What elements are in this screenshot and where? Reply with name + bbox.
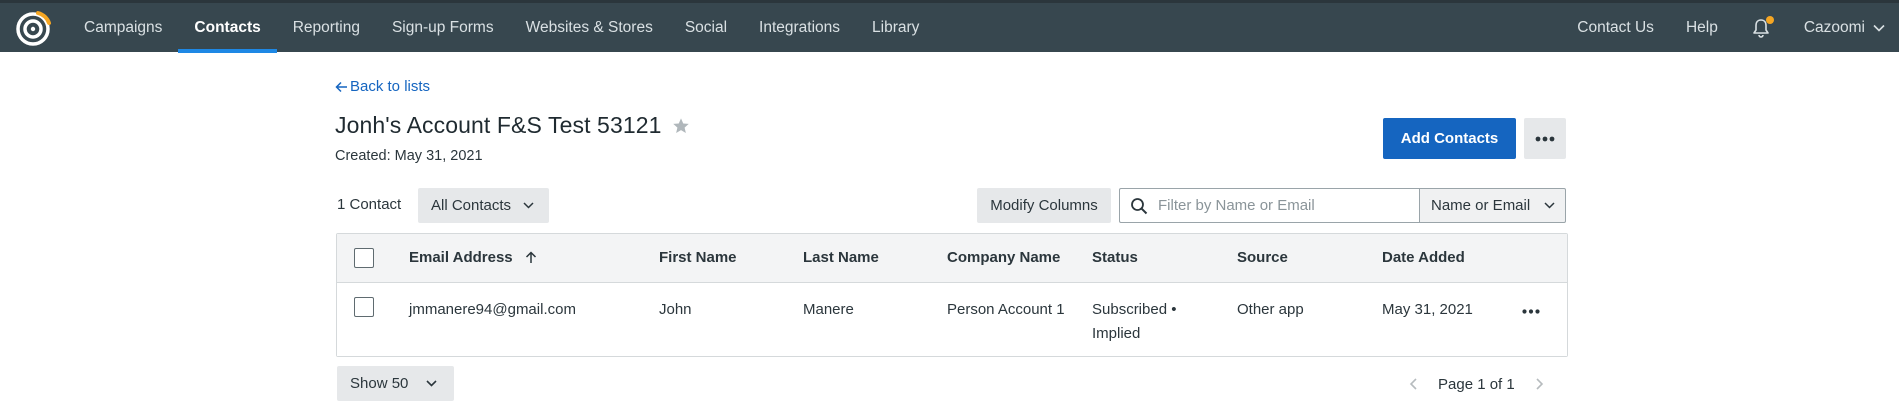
arrow-left-icon bbox=[335, 81, 347, 92]
column-header-status[interactable]: Status bbox=[1092, 249, 1138, 266]
cell-last-name: Manere bbox=[803, 301, 854, 318]
title-row: Jonh's Account F&S Test 53121 bbox=[335, 112, 690, 139]
table-row: jmmanere94@gmail.com John Manere Person … bbox=[337, 283, 1567, 356]
cell-first-name: John bbox=[659, 301, 692, 318]
page-title: Jonh's Account F&S Test 53121 bbox=[335, 112, 662, 138]
status-primary: Subscribed • bbox=[1092, 301, 1177, 318]
nav-social[interactable]: Social bbox=[669, 3, 743, 52]
cell-email[interactable]: jmmanere94@gmail.com bbox=[409, 298, 576, 322]
constant-contact-logo-icon[interactable] bbox=[14, 9, 52, 47]
chevron-down-icon bbox=[523, 202, 534, 209]
created-date: Created: May 31, 2021 bbox=[335, 148, 483, 164]
star-icon[interactable] bbox=[672, 117, 690, 135]
search-input[interactable] bbox=[1158, 197, 1408, 214]
nav-integrations[interactable]: Integrations bbox=[743, 3, 856, 52]
nav-library[interactable]: Library bbox=[856, 3, 935, 52]
help-link[interactable]: Help bbox=[1670, 3, 1734, 52]
more-actions-button[interactable] bbox=[1524, 118, 1566, 159]
chevron-down-icon bbox=[1544, 202, 1555, 209]
cell-company: Person Account 1 bbox=[947, 301, 1065, 318]
notification-dot bbox=[1765, 15, 1774, 24]
nav-contacts[interactable]: Contacts bbox=[178, 3, 278, 53]
contacts-filter-dropdown[interactable]: All Contacts bbox=[418, 188, 549, 223]
table-header: Email Address First Name Last Name Compa… bbox=[337, 234, 1567, 283]
row-checkbox[interactable] bbox=[354, 297, 374, 317]
cell-date-added: May 31, 2021 bbox=[1382, 301, 1473, 318]
column-header-date-added[interactable]: Date Added bbox=[1382, 249, 1465, 266]
nav-reporting[interactable]: Reporting bbox=[277, 3, 376, 52]
modify-columns-button[interactable]: Modify Columns bbox=[977, 188, 1111, 223]
page-size-dropdown[interactable]: Show 50 bbox=[337, 366, 454, 401]
next-page-icon[interactable] bbox=[1533, 377, 1545, 391]
cell-status: Subscribed • Implied bbox=[1092, 298, 1176, 346]
contacts-table: Email Address First Name Last Name Compa… bbox=[336, 233, 1568, 357]
column-header-source[interactable]: Source bbox=[1237, 249, 1288, 266]
nav-websites-stores[interactable]: Websites & Stores bbox=[510, 3, 669, 52]
pagination-label: Page 1 of 1 bbox=[1438, 375, 1515, 393]
previous-page-icon[interactable] bbox=[1408, 377, 1420, 391]
chevron-down-icon bbox=[426, 380, 437, 387]
contacts-filter-value: All Contacts bbox=[431, 197, 512, 214]
column-header-first-name[interactable]: First Name bbox=[659, 249, 737, 266]
pagination: Page 1 of 1 bbox=[1408, 372, 1545, 396]
nav-right: Contact Us Help Cazoomi bbox=[1561, 3, 1899, 52]
back-link-label: Back to lists bbox=[350, 78, 431, 95]
account-menu[interactable]: Cazoomi bbox=[1788, 3, 1899, 52]
back-to-lists-link[interactable]: Back to lists bbox=[335, 78, 430, 95]
search-by-dropdown[interactable]: Name or Email bbox=[1419, 188, 1566, 223]
search-field bbox=[1119, 188, 1419, 223]
top-navigation-bar: Campaigns Contacts Reporting Sign-up For… bbox=[0, 0, 1899, 53]
row-actions-button[interactable] bbox=[1517, 301, 1545, 321]
ellipsis-icon bbox=[1535, 136, 1555, 141]
column-header-email-label: Email Address bbox=[409, 249, 513, 266]
ellipsis-icon bbox=[1522, 308, 1540, 314]
main-nav: Campaigns Contacts Reporting Sign-up For… bbox=[68, 3, 935, 53]
cell-source: Other app bbox=[1237, 301, 1304, 318]
chevron-down-icon bbox=[1873, 24, 1885, 32]
column-header-last-name[interactable]: Last Name bbox=[803, 249, 879, 266]
contact-us-link[interactable]: Contact Us bbox=[1561, 3, 1670, 52]
arrow-up-icon bbox=[525, 251, 536, 263]
nav-campaigns[interactable]: Campaigns bbox=[68, 3, 178, 52]
search-icon bbox=[1131, 197, 1148, 214]
select-all-checkbox[interactable] bbox=[354, 248, 374, 268]
account-name: Cazoomi bbox=[1803, 18, 1865, 36]
contact-count: 1 Contact bbox=[337, 196, 402, 213]
nav-signup-forms[interactable]: Sign-up Forms bbox=[376, 3, 510, 52]
search-by-value: Name or Email bbox=[1431, 197, 1531, 214]
page-size-value: Show 50 bbox=[350, 375, 409, 392]
notifications-button[interactable] bbox=[1750, 15, 1774, 39]
column-header-email[interactable]: Email Address bbox=[409, 249, 537, 266]
add-contacts-button[interactable]: Add Contacts bbox=[1383, 118, 1516, 159]
column-header-company[interactable]: Company Name bbox=[947, 249, 1060, 266]
status-secondary: Implied bbox=[1092, 325, 1141, 342]
